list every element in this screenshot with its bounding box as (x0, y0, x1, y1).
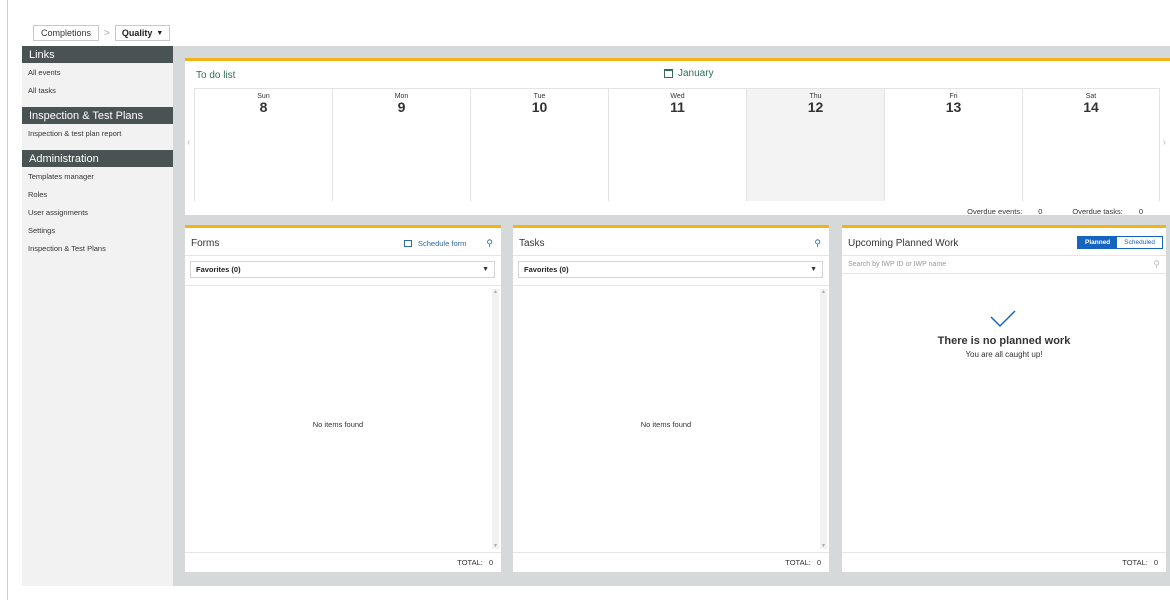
window-edge (7, 0, 8, 600)
calendar-icon (664, 69, 673, 78)
tasks-list: ▲ ▼ No items found (513, 285, 829, 552)
forms-title: Forms (191, 238, 220, 249)
schedule-form-button[interactable]: Schedule form (404, 239, 466, 248)
scrollbar[interactable]: ▲ ▼ (492, 289, 499, 549)
tasks-title: Tasks (519, 238, 545, 249)
planned-work-panel: Upcoming Planned Work Planned Scheduled … (842, 225, 1166, 572)
sidebar-item-roles[interactable]: Roles (22, 185, 173, 203)
day-number: 10 (531, 99, 548, 115)
total-value: 0 (816, 558, 821, 567)
empty-subtitle: You are all caught up! (965, 350, 1043, 359)
schedule-form-label: Schedule form (418, 239, 467, 248)
day-column[interactable]: Sat 14 (1022, 89, 1160, 201)
caret-down-icon: ▼ (482, 266, 489, 273)
caret-down-icon: ▼ (810, 266, 817, 273)
sidebar-item-templates-manager[interactable]: Templates manager (22, 167, 173, 185)
todo-title: To do list (196, 70, 236, 81)
planned-work-footer: TOTAL: 0 (842, 552, 1166, 572)
sidebar-section-itp: Inspection & Test Plans (22, 107, 173, 124)
sidebar-item-itp-admin[interactable]: Inspection & Test Plans (22, 239, 173, 257)
sidebar-section-administration: Administration (22, 150, 173, 167)
overdue-summary: Overdue events: 0 Overdue tasks: 0 (967, 207, 1143, 216)
breadcrumb-quality-dropdown[interactable]: Quality ▼ (114, 25, 171, 41)
day-column[interactable]: Wed 11 (608, 89, 746, 201)
caret-down-icon: ▼ (156, 29, 164, 37)
month-label: January (678, 68, 714, 79)
total-value: 0 (488, 558, 493, 567)
breadcrumb-separator: > (104, 27, 110, 39)
sidebar-item-all-events[interactable]: All events (22, 63, 173, 81)
sidebar-item-all-tasks[interactable]: All tasks (22, 81, 173, 99)
tasks-panel: Tasks ⚲ Favorites (0) ▼ ▲ ▼ No items foun… (513, 225, 829, 572)
tasks-favorites-dropdown[interactable]: Favorites (0) ▼ (518, 261, 823, 278)
day-number: 12 (807, 99, 824, 115)
forms-footer: TOTAL: 0 (185, 552, 501, 572)
sidebar-item-settings[interactable]: Settings (22, 221, 173, 239)
checkmark-icon (990, 310, 1016, 328)
total-value: 0 (1153, 558, 1158, 567)
day-column[interactable]: Tue 10 (470, 89, 608, 201)
search-icon[interactable]: ⚲ (486, 238, 493, 249)
overdue-events-value: 0 (1038, 207, 1043, 216)
sidebar-item-itp-report[interactable]: Inspection & test plan report (22, 124, 173, 142)
overdue-tasks-label: Overdue tasks: (1072, 207, 1123, 216)
planned-work-title: Upcoming Planned Work (848, 238, 959, 249)
sidebar-item-user-assignments[interactable]: User assignments (22, 203, 173, 221)
search-icon[interactable]: ⚲ (1153, 259, 1160, 270)
iwp-search-input[interactable]: Search by IWP ID or IWP name ⚲ (842, 255, 1166, 274)
todo-panel: To do list January ‹ › Sun 8 Mon 9 Tue 10 W… (185, 58, 1170, 216)
empty-title: There is no planned work (937, 335, 1071, 347)
day-number: 9 (397, 99, 406, 115)
total-label: TOTAL: (457, 558, 483, 567)
total-label: TOTAL: (785, 558, 811, 567)
forms-empty-message: No items found (312, 420, 364, 429)
day-number: 13 (945, 99, 962, 115)
week-days: Sun 8 Mon 9 Tue 10 Wed 11 Thu 12 Fri 13 Sat 14 (194, 88, 1160, 201)
overdue-events-label: Overdue events: (967, 207, 1023, 216)
day-column[interactable]: Fri 13 (884, 89, 1022, 201)
scrollbar[interactable]: ▲ ▼ (820, 289, 827, 549)
breadcrumb: Completions > Quality ▼ (33, 25, 171, 41)
day-column[interactable]: Mon 9 (332, 89, 470, 201)
tasks-empty-message: No items found (640, 420, 692, 429)
sidebar: Links All events All tasks Inspection & … (22, 46, 173, 586)
tasks-footer: TOTAL: 0 (513, 552, 829, 572)
forms-dropdown-value: Favorites (0) (196, 265, 241, 274)
prev-week-icon[interactable]: ‹ (187, 137, 190, 148)
search-placeholder: Search by IWP ID or IWP name (848, 261, 947, 268)
day-number: 8 (259, 99, 268, 115)
calendar-icon (404, 240, 412, 247)
search-icon[interactable]: ⚲ (814, 238, 821, 249)
toggle-scheduled[interactable]: Scheduled (1117, 237, 1163, 248)
planned-scheduled-toggle: Planned Scheduled (1077, 236, 1164, 249)
forms-panel: Forms Schedule form ⚲ Favorites (0) ▼ ▲ ▼… (185, 225, 501, 572)
day-number: 14 (1083, 99, 1099, 115)
next-week-icon[interactable]: › (1163, 137, 1166, 148)
month-selector[interactable]: January (664, 68, 714, 79)
day-number: 11 (670, 99, 685, 115)
breadcrumb-current-label: Quality (121, 28, 153, 38)
total-label: TOTAL: (1122, 558, 1148, 567)
breadcrumb-completions[interactable]: Completions (33, 25, 100, 41)
tasks-dropdown-value: Favorites (0) (524, 265, 569, 274)
toggle-planned[interactable]: Planned (1078, 237, 1118, 248)
overdue-tasks-value: 0 (1138, 207, 1143, 216)
forms-list: ▲ ▼ No items found (185, 285, 501, 552)
sidebar-section-links: Links (22, 46, 173, 63)
day-column-today[interactable]: Thu 12 (746, 89, 884, 201)
day-column[interactable]: Sun 8 (194, 89, 332, 201)
forms-favorites-dropdown[interactable]: Favorites (0) ▼ (190, 261, 495, 278)
